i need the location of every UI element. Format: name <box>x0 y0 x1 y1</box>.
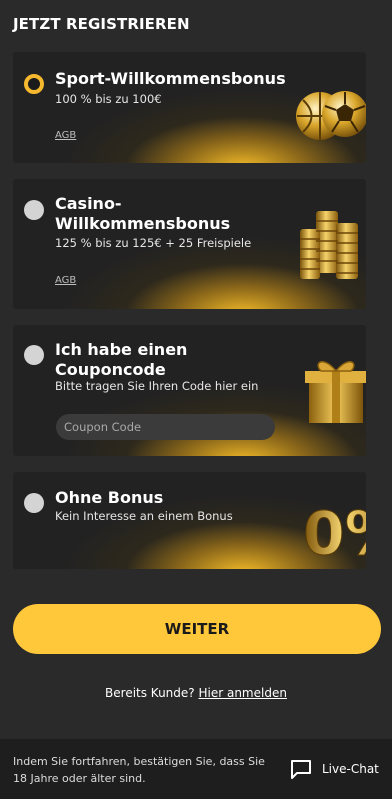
radio-sport-bonus[interactable] <box>24 74 44 94</box>
gift-box-icon <box>305 361 366 423</box>
radio-no-bonus[interactable] <box>24 493 44 513</box>
live-chat-button[interactable]: Live-Chat <box>290 759 379 779</box>
radio-coupon[interactable] <box>24 345 44 365</box>
continue-button[interactable]: WEITER <box>13 604 381 654</box>
login-link[interactable]: Hier anmelden <box>198 686 286 700</box>
agb-link[interactable]: AGB <box>55 275 76 286</box>
age-consent-text: Indem Sie fortfahren, bestätigen Sie, da… <box>13 755 265 785</box>
zero-percent-icon: 0% <box>303 499 366 563</box>
page-title: JETZT REGISTRIEREN <box>13 15 190 33</box>
bonus-title: Ich habe einen Couponcode <box>55 340 188 379</box>
bonus-title: Sport-Willkommensbonus <box>55 69 286 88</box>
bonus-subtitle: 100 % bis zu 100€ <box>55 92 162 106</box>
gold-coins-icon <box>300 211 358 279</box>
bonus-title: Casino-Willkommensbonus <box>55 194 231 233</box>
bonus-card-casino[interactable]: Casino-Willkommensbonus 125 % bis zu 125… <box>13 179 366 309</box>
bonus-title: Ohne Bonus <box>55 488 164 507</box>
bonus-card-coupon[interactable]: Ich habe einen Couponcode Bitte tragen S… <box>13 325 366 456</box>
login-prompt-text: Bereits Kunde? <box>105 686 195 700</box>
bonus-subtitle: Bitte tragen Sie Ihren Code hier ein <box>55 379 259 393</box>
chat-bubble-icon <box>291 760 311 779</box>
radio-casino-bonus[interactable] <box>24 200 44 220</box>
coupon-code-input[interactable] <box>56 414 275 440</box>
login-prompt: Bereits Kunde? Hier anmelden <box>0 686 392 700</box>
agb-link[interactable]: AGB <box>55 130 76 141</box>
bonus-subtitle: Kein Interesse an einem Bonus <box>55 509 233 523</box>
footer-bar: Indem Sie fortfahren, bestätigen Sie, da… <box>0 739 392 799</box>
bonus-card-sport[interactable]: Sport-Willkommensbonus 100 % bis zu 100€… <box>13 52 366 163</box>
bonus-subtitle: 125 % bis zu 125€ + 25 Freispiele <box>55 236 252 250</box>
live-chat-label: Live-Chat <box>322 762 379 776</box>
svg-text:0%: 0% <box>303 499 366 562</box>
bonus-card-none[interactable]: Ohne Bonus Kein Interesse an einem Bonus… <box>13 472 366 569</box>
sport-balls-icon <box>296 91 366 140</box>
